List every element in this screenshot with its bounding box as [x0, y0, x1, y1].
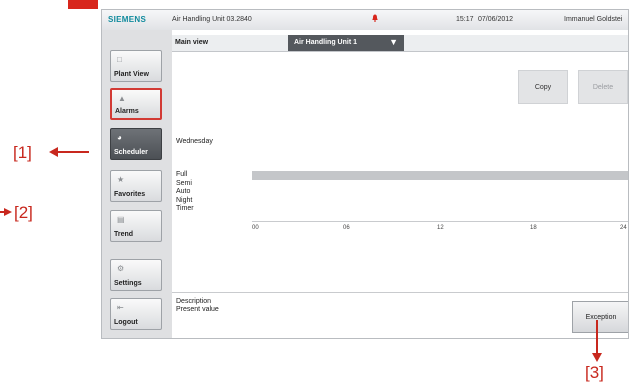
callout-one: [1]: [13, 143, 32, 162]
callout-arrows: [0, 147, 602, 362]
arrow-two-head: [4, 208, 12, 216]
arrow-three-head: [592, 353, 602, 362]
arrow-one-head: [49, 147, 58, 157]
callout-two: [2]: [14, 203, 33, 222]
callout-three: [3]: [585, 363, 604, 382]
